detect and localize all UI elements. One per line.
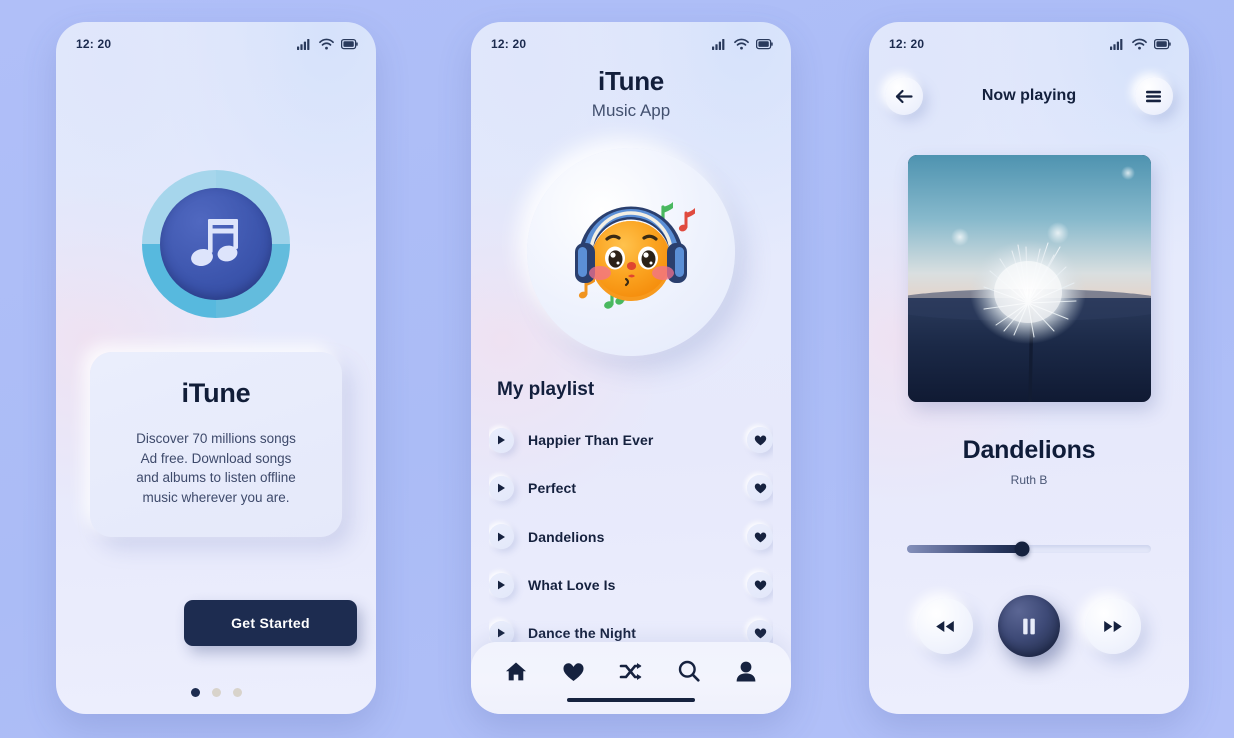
dandelion-sunset-photo bbox=[908, 155, 1151, 402]
tab-profile[interactable] bbox=[726, 654, 766, 688]
heart-icon[interactable] bbox=[747, 475, 773, 502]
track-row[interactable]: Perfect bbox=[489, 464, 773, 512]
bottom-tab-bar bbox=[471, 642, 791, 714]
signal-icon bbox=[712, 39, 725, 50]
phone-now-playing: 12: 20 Now playing Dandelions Ruth B bbox=[869, 22, 1189, 714]
screens-canvas: 12: 20 iTune Discover 70 millions songs … bbox=[0, 0, 1234, 738]
forward-button[interactable] bbox=[1085, 598, 1141, 654]
status-bar: 12: 20 bbox=[56, 22, 376, 56]
status-icons bbox=[712, 38, 773, 50]
app-title: iTune bbox=[598, 66, 664, 96]
play-icon[interactable] bbox=[489, 572, 514, 598]
app-subtitle: Music App bbox=[591, 101, 671, 120]
pause-button[interactable] bbox=[998, 595, 1060, 657]
info-card: iTune Discover 70 millions songs Ad free… bbox=[90, 352, 342, 538]
pagination-dot-3[interactable] bbox=[232, 688, 242, 697]
battery-icon bbox=[341, 38, 358, 50]
progress-knob[interactable] bbox=[1014, 541, 1030, 557]
section-title: My playlist bbox=[497, 379, 595, 400]
track-title: Happier Than Ever bbox=[528, 432, 654, 449]
status-time: 12: 20 bbox=[889, 37, 925, 51]
app-header: iTune Music App bbox=[471, 66, 791, 121]
hamburger-menu-icon bbox=[1146, 90, 1162, 102]
song-artist: Ruth B bbox=[1010, 473, 1048, 487]
description-line: music wherever you are. bbox=[142, 489, 290, 505]
rewind-button[interactable] bbox=[917, 598, 973, 654]
play-icon[interactable] bbox=[489, 524, 514, 550]
now-playing-header: Now playing bbox=[869, 74, 1189, 118]
signal-icon bbox=[297, 39, 310, 50]
status-time: 12: 20 bbox=[491, 37, 527, 51]
track-title: Dance the Night bbox=[528, 625, 637, 642]
status-bar: 12: 20 bbox=[869, 22, 1189, 56]
signal-icon bbox=[1110, 39, 1123, 50]
song-title: Dandelions bbox=[962, 436, 1096, 464]
music-note-logo-icon bbox=[160, 188, 272, 300]
fast-forward-icon bbox=[1104, 620, 1122, 632]
heart-icon[interactable] bbox=[747, 572, 773, 599]
emoji-headphones-avatar-icon bbox=[575, 202, 695, 309]
back-button[interactable] bbox=[885, 77, 923, 115]
pause-icon bbox=[1023, 618, 1035, 634]
tab-shuffle[interactable] bbox=[611, 654, 651, 688]
track-row[interactable]: Happier Than Ever bbox=[489, 416, 773, 464]
heart-icon bbox=[563, 662, 584, 681]
track-title: What Love Is bbox=[528, 577, 616, 594]
avatar bbox=[527, 148, 735, 356]
status-time: 12: 20 bbox=[76, 37, 112, 51]
track-row[interactable]: What Love Is bbox=[489, 561, 773, 609]
get-started-button[interactable]: Get Started bbox=[184, 600, 357, 646]
pagination-dot-1[interactable] bbox=[190, 688, 200, 697]
play-icon[interactable] bbox=[489, 475, 514, 501]
menu-button[interactable] bbox=[1134, 77, 1173, 115]
track-title: Dandelions bbox=[528, 528, 605, 545]
track-title: Perfect bbox=[528, 480, 577, 497]
wifi-icon bbox=[1132, 38, 1147, 50]
play-icon[interactable] bbox=[489, 427, 514, 453]
phone-onboarding: 12: 20 iTune Discover 70 millions songs … bbox=[56, 22, 376, 714]
battery-icon bbox=[1154, 38, 1171, 50]
tab-search[interactable] bbox=[669, 654, 709, 688]
shuffle-icon bbox=[619, 662, 642, 680]
pagination-dot-2[interactable] bbox=[211, 688, 221, 697]
app-logo bbox=[142, 170, 290, 318]
pagination-dots bbox=[56, 688, 376, 697]
home-icon bbox=[505, 662, 526, 680]
album-art bbox=[908, 155, 1151, 402]
description-line: Discover 70 millions songs bbox=[136, 431, 296, 446]
progress-fill bbox=[907, 545, 1022, 553]
rewind-icon bbox=[936, 620, 954, 632]
status-icons bbox=[1110, 38, 1171, 50]
heart-icon[interactable] bbox=[747, 523, 773, 550]
card-title: iTune bbox=[181, 378, 251, 408]
search-icon bbox=[678, 660, 700, 682]
arrow-left-icon bbox=[895, 89, 913, 103]
playback-controls bbox=[869, 595, 1189, 657]
status-icons bbox=[297, 38, 358, 50]
description-line: Ad free. Download songs bbox=[140, 450, 292, 466]
progress-slider[interactable] bbox=[907, 541, 1151, 557]
battery-icon bbox=[756, 38, 773, 50]
tab-home[interactable] bbox=[496, 654, 536, 688]
tab-favorites[interactable] bbox=[553, 654, 593, 688]
description-line: and albums to listen offline bbox=[136, 470, 296, 486]
playlist[interactable]: Happier Than Ever Perfect Dandelions Wha… bbox=[489, 416, 773, 656]
card-description: Discover 70 millions songs Ad free. Down… bbox=[108, 429, 324, 507]
home-indicator bbox=[567, 698, 695, 702]
status-bar: 12: 20 bbox=[471, 22, 791, 56]
track-row[interactable]: Dandelions bbox=[489, 513, 773, 561]
phone-playlist: 12: 20 iTune Music App My playlist Happi… bbox=[471, 22, 791, 714]
wifi-icon bbox=[319, 38, 334, 50]
heart-icon[interactable] bbox=[747, 427, 773, 454]
wifi-icon bbox=[734, 38, 749, 50]
page-title: Now playing bbox=[981, 87, 1077, 104]
person-icon bbox=[736, 661, 756, 681]
